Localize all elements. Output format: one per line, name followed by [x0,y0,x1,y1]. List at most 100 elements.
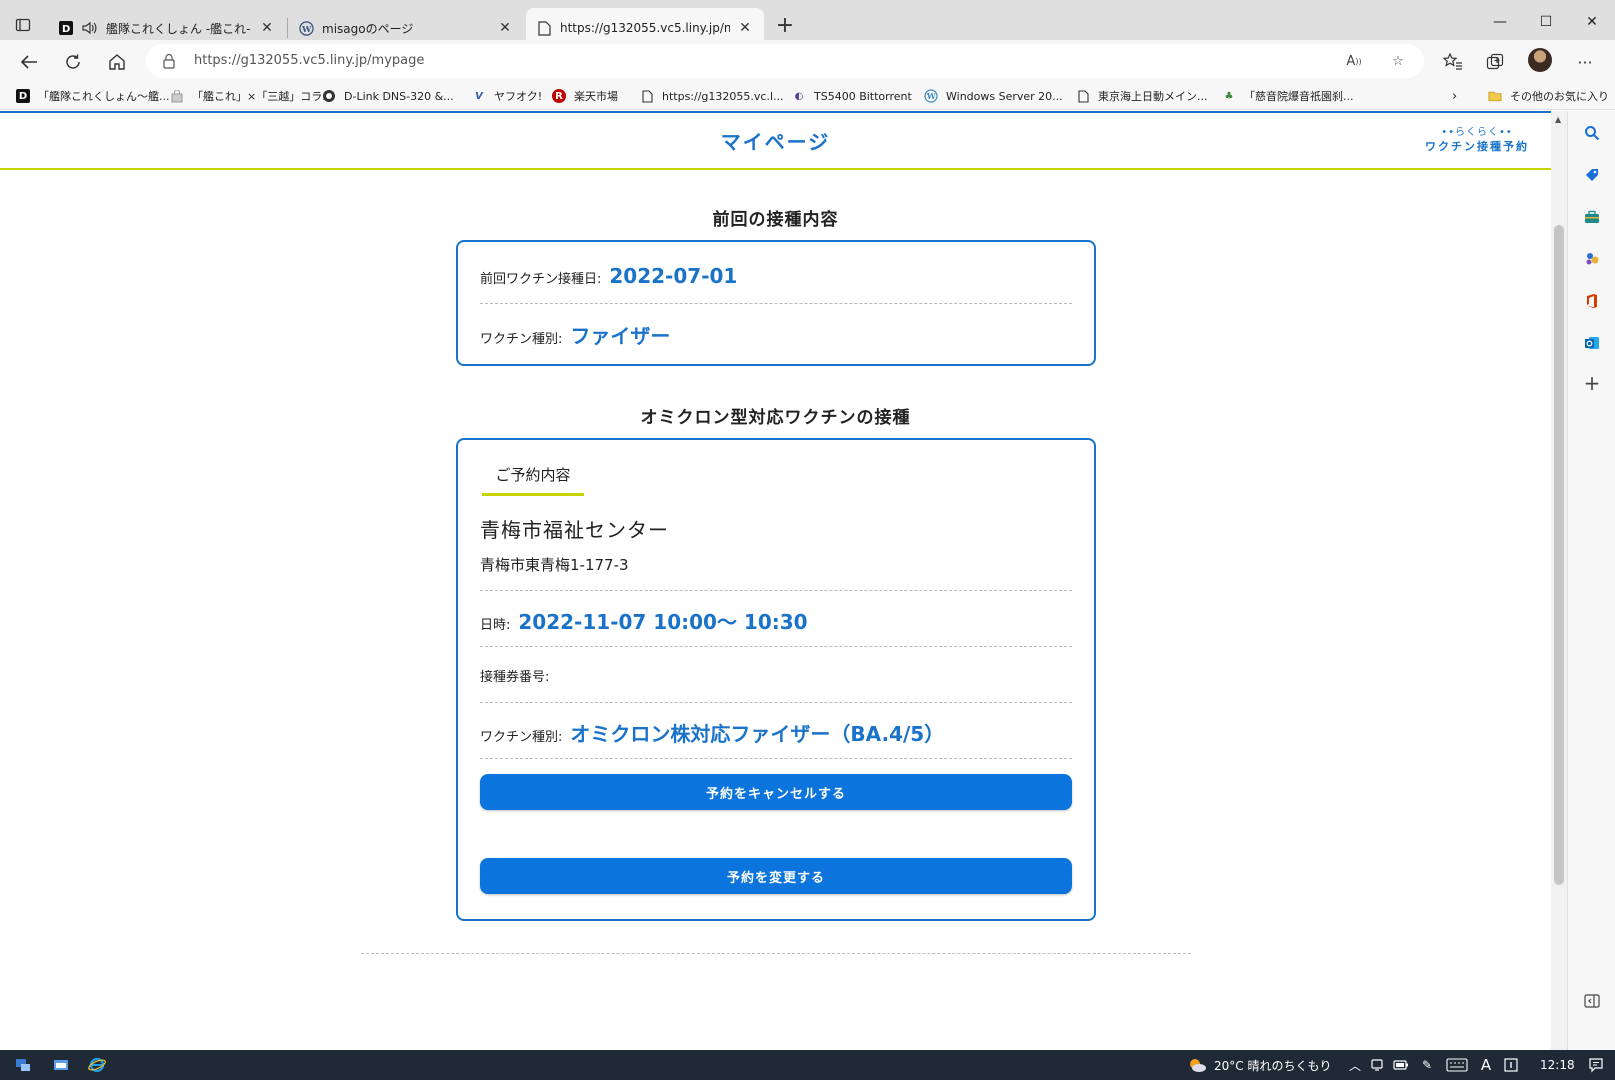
kancolle-favicon-icon: D [58,20,74,36]
bookmark-item[interactable]: D 「艦隊これくしょん〜艦... [16,86,170,106]
back-icon[interactable] [16,49,42,75]
collections-icon[interactable] [1482,49,1508,75]
scrollbar-thumb[interactable] [1554,225,1564,885]
tab-close-icon[interactable]: ✕ [496,19,514,37]
notification-icon[interactable] [1586,1055,1606,1075]
wordpress-icon: W [924,89,938,103]
previous-card: 前回ワクチン接種日: 2022-07-01 ワクチン種別: ファイザー [456,240,1096,366]
refresh-icon[interactable] [60,49,86,75]
globe-icon [322,89,336,103]
window-app-icon[interactable] [50,1055,72,1075]
address-bar[interactable]: https://g132055.vc5.liny.jp/mypage A)) ☆ [146,44,1424,78]
bookmark-item[interactable]: 東京海上日動メイン... [1076,86,1208,106]
datetime-value: 2022-11-07 10:00〜 10:30 [518,610,808,634]
battery-icon[interactable] [1392,1055,1410,1075]
ime-pad-icon[interactable] [1502,1055,1520,1075]
datetime-label: 日時: [480,618,511,633]
outlook-icon[interactable] [1582,333,1602,353]
kancolle-favicon-icon: D [16,89,30,103]
network-app-icon[interactable] [12,1055,34,1075]
page-favicon-icon [536,20,552,36]
ime-mode-indicator[interactable]: A [1478,1055,1494,1075]
bookmark-item[interactable]: W Windows Server 20... [924,86,1063,106]
vaccine-type-row: ワクチン種別: オミクロン株対応ファイザー（BA.4/5） [480,718,1072,747]
bottom-divider [361,953,1191,954]
maximize-icon[interactable]: ☐ [1526,10,1566,34]
divider [480,303,1072,304]
brand-logo[interactable]: ••らくらく•• ワクチン接種予約 [1417,123,1537,154]
edge-sidebar: + [1567,111,1615,1050]
ticket-row: 接種券番号: [480,666,1072,685]
bookmark-item[interactable]: R 楽天市場 [552,86,618,106]
lock-icon[interactable] [162,53,178,69]
tab-title: 艦隊これくしょん -艦これ- - オン [106,21,252,36]
tray-device-icon[interactable] [1368,1055,1386,1075]
leaf-icon: ♣ [1224,90,1234,102]
reservation-details-tab: ご予約内容 [482,464,584,496]
page-header: マイページ ••らくらく•• ワクチン接種予約 [0,113,1551,170]
shopping-bag-icon [170,89,184,103]
shopping-tag-icon[interactable] [1582,165,1602,185]
add-favorite-icon[interactable]: ☆ [1388,51,1408,71]
scroll-up-icon[interactable]: ▲ [1555,115,1561,124]
keyboard-icon[interactable] [1444,1055,1470,1075]
more-bookmarks-chevron-icon[interactable]: › [1452,86,1457,106]
profile-avatar[interactable] [1528,48,1552,72]
page-viewport: マイページ ••らくらく•• ワクチン接種予約 前回の接種内容 前回ワクチン接種… [0,111,1551,1050]
bookmark-item[interactable]: D-Link DNS-320 &... [322,86,454,106]
brand-dots: ••らくらく•• [1441,127,1513,138]
internet-explorer-icon[interactable] [86,1055,108,1075]
favorites-bar: D 「艦隊これくしょん〜艦... 「艦これ」×「三越」コラ... D-Link … [0,82,1615,110]
url-text[interactable]: https://g132055.vc5.liny.jp/mypage [194,44,424,78]
pen-icon[interactable]: ✎ [1418,1055,1436,1075]
games-icon[interactable] [1582,249,1602,269]
close-window-icon[interactable]: ✕ [1572,10,1612,34]
tray-chevron-icon[interactable]: ︿ [1346,1055,1364,1075]
vaccine-type-value: オミクロン株対応ファイザー（BA.4/5） [570,722,945,746]
brand-name: ワクチン接種予約 [1425,140,1529,153]
venue-name: 青梅市福祉センター [480,518,669,542]
clock[interactable]: 12:18 [1540,1055,1575,1075]
bookmark-item[interactable]: ♣ 「慈音院爆音祇園刹... [1222,86,1354,106]
tab-actions-icon[interactable] [10,12,36,38]
svg-text:W: W [926,91,937,101]
favorites-icon[interactable] [1440,49,1466,75]
rakuten-icon: R [552,89,566,103]
change-reservation-button[interactable]: 予約を変更する [480,858,1072,894]
svg-text:D: D [62,24,70,35]
add-sidebar-app-icon[interactable]: + [1582,371,1602,395]
divider [480,702,1072,703]
bookmark-item[interactable]: https://g132055.vc.l... [640,86,784,106]
bookmark-item[interactable]: V ヤフオク! [472,86,542,106]
reservation-card: ご予約内容 青梅市福祉センター 青梅市東青梅1-177-3 日時: 2022-1… [456,438,1096,921]
tools-icon[interactable] [1582,207,1602,227]
previous-date-row: 前回ワクチン接種日: 2022-07-01 [480,264,1072,288]
weather-icon[interactable] [1186,1055,1208,1075]
previous-type-value: ファイザー [570,324,671,348]
tab-title: misagoのページ [322,21,414,36]
tab-close-icon[interactable]: ✕ [258,19,276,37]
previous-date-label: 前回ワクチン接種日: [480,272,602,287]
previous-type-row: ワクチン種別: ファイザー [480,320,1072,349]
bookmark-item[interactable]: ◐ TS5400 Bittorrent [792,86,912,106]
folder-icon [1488,89,1502,103]
page-scrollbar[interactable]: ▲ [1551,111,1567,1050]
page-title: マイページ [720,130,831,154]
search-icon[interactable] [1582,123,1602,143]
vaccine-type-label: ワクチン種別: [480,730,563,745]
office-icon[interactable] [1582,291,1602,311]
home-icon[interactable] [104,49,130,75]
previous-type-label: ワクチン種別: [480,332,563,347]
tab-close-icon[interactable]: ✕ [736,19,754,37]
weather-text[interactable]: 20°C 晴れのちくもり [1214,1055,1331,1075]
new-tab-icon[interactable]: + [772,12,798,38]
cancel-reservation-button[interactable]: 予約をキャンセルする [480,774,1072,810]
more-menu-icon[interactable]: ··· [1572,49,1598,75]
speaker-icon[interactable] [82,20,98,36]
minimize-icon[interactable]: — [1480,10,1520,34]
bookmark-item[interactable]: 「艦これ」×「三越」コラ... [170,86,333,106]
other-favorites[interactable]: その他のお気に入り [1488,86,1609,106]
wordpress-favicon-icon: W [298,20,314,36]
read-aloud-icon[interactable]: A)) [1344,51,1364,71]
hide-sidebar-icon[interactable] [1582,991,1602,1011]
